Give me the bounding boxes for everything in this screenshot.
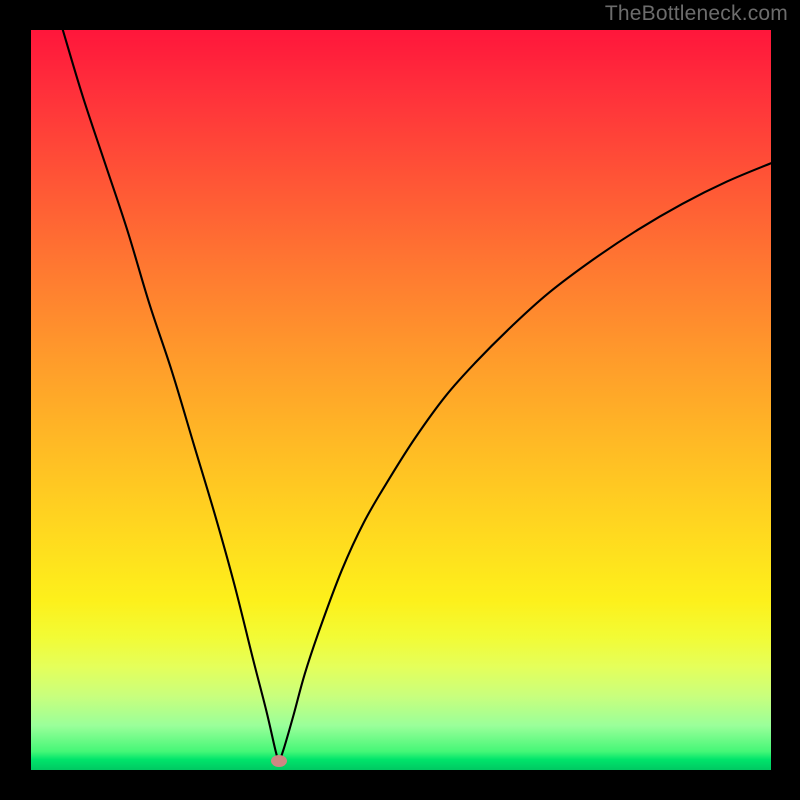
chart-plot-area [31, 30, 771, 770]
bottleneck-curve [31, 30, 771, 770]
optimum-marker [271, 755, 287, 767]
attribution-text: TheBottleneck.com [605, 2, 788, 26]
